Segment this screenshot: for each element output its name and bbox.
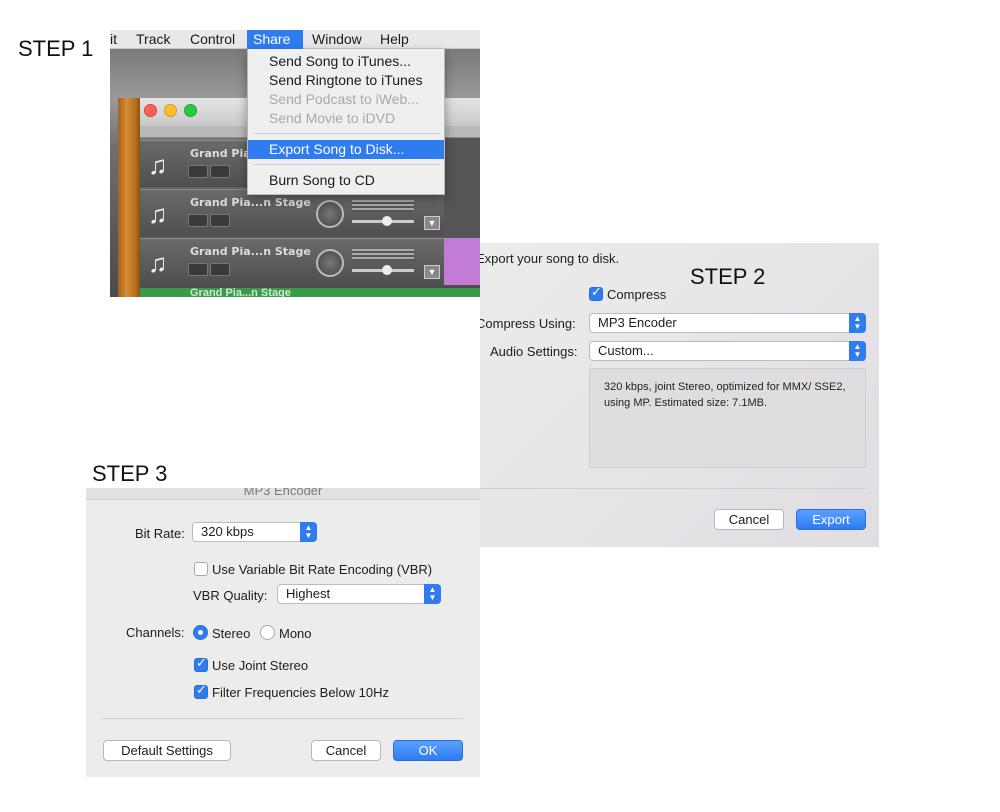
menu-help[interactable]: Help <box>374 30 415 49</box>
compress-using-value: MP3 Encoder <box>598 315 677 330</box>
divider <box>480 488 866 489</box>
close-window-button[interactable] <box>144 104 157 117</box>
minimize-window-button[interactable] <box>164 104 177 117</box>
track-row[interactable]: ♫ Grand Pia...n Stage ▼ <box>140 189 444 236</box>
wood-panel <box>118 98 140 297</box>
audio-settings-value: Custom... <box>598 343 654 358</box>
vbr-label: Use Variable Bit Rate Encoding (VBR) <box>212 562 433 577</box>
vbr-quality-value: Highest <box>286 586 331 601</box>
bit-rate-label: Bit Rate: <box>135 526 185 541</box>
chevron-down-icon[interactable]: ▼ <box>424 216 440 230</box>
chevron-down-icon[interactable]: ▼ <box>424 265 440 279</box>
mute-button[interactable] <box>188 263 208 276</box>
menu-separator <box>254 164 440 165</box>
chevron-updown-icon: ▲ ▼ <box>424 584 441 604</box>
step3-label: STEP 3 <box>92 461 168 486</box>
compress-label: Compress <box>607 287 667 302</box>
vbr-checkbox[interactable] <box>194 562 208 576</box>
volume-slider-thumb[interactable] <box>382 216 392 226</box>
grand-piano-icon: ♫ <box>148 199 168 229</box>
vbr-quality-label: VBR Quality: <box>193 588 268 603</box>
audio-settings-label: Audio Settings: <box>490 344 578 359</box>
headphones-button[interactable] <box>210 214 230 227</box>
stereo-radio[interactable] <box>193 625 208 640</box>
track-buttons <box>188 263 258 277</box>
menu-control[interactable]: Control <box>184 30 241 49</box>
midi-region[interactable] <box>444 238 480 285</box>
track-name: Grand Pia <box>190 147 251 160</box>
pan-knob[interactable] <box>316 249 344 277</box>
track-row-partial[interactable]: Grand Pia...n Stage <box>140 287 480 297</box>
track-row[interactable]: ♫ Grand Pia...n Stage ▼ <box>140 238 444 285</box>
level-meter <box>352 249 414 261</box>
bit-rate-value: 320 kbps <box>201 524 254 539</box>
headphones-button[interactable] <box>210 165 230 178</box>
chevron-updown-icon: ▲ ▼ <box>849 313 866 333</box>
mono-radio[interactable] <box>260 625 275 640</box>
pan-knob[interactable] <box>316 200 344 228</box>
timeline-area <box>444 138 480 238</box>
mute-button[interactable] <box>188 165 208 178</box>
share-menu: Send Song to iTunes... Send Ringtone to … <box>247 49 445 195</box>
level-meter <box>352 200 414 212</box>
menu-track[interactable]: Track <box>130 30 176 49</box>
cancel-button[interactable]: Cancel <box>311 740 381 761</box>
settings-info-box: 320 kbps, joint Stereo, optimized for MM… <box>589 368 866 468</box>
track-name: Grand Pia...n Stage <box>190 287 291 297</box>
divider <box>102 718 463 719</box>
export-button[interactable]: Export <box>796 509 866 530</box>
menu-bar: it Track Control Share Window Help <box>110 30 480 49</box>
menu-item-export-song[interactable]: Export Song to Disk... <box>248 140 444 159</box>
volume-slider-thumb[interactable] <box>382 265 392 275</box>
menu-edit[interactable]: it <box>110 30 123 49</box>
headphones-button[interactable] <box>210 263 230 276</box>
menu-item-send-podcast: Send Podcast to iWeb... <box>269 91 419 107</box>
grand-piano-icon: ♫ <box>148 248 168 278</box>
step1-screenshot: ♫ Grand Pia ♫ Grand Pia...n Stage ▼ ♫ Gr… <box>110 30 480 297</box>
joint-stereo-checkbox[interactable] <box>194 656 208 672</box>
menu-item-burn-song[interactable]: Burn Song to CD <box>248 171 444 190</box>
zoom-window-button[interactable] <box>184 104 197 117</box>
dialog-titlebar: MP3 Encoder <box>86 488 480 500</box>
settings-info-text: 320 kbps, joint Stereo, optimized for MM… <box>604 381 846 409</box>
menu-item-send-ringtone[interactable]: Send Ringtone to iTunes <box>248 71 444 90</box>
audio-settings-select[interactable]: Custom... ▲ ▼ <box>589 341 866 361</box>
menu-share[interactable]: Share <box>247 30 303 49</box>
menu-item-send-song[interactable]: Send Song to iTunes... <box>248 52 444 71</box>
mute-button[interactable] <box>188 214 208 227</box>
joint-stereo-label: Use Joint Stereo <box>212 658 309 673</box>
default-settings-button[interactable]: Default Settings <box>103 740 231 761</box>
compress-using-label: Compress Using: <box>480 316 576 331</box>
ok-button[interactable]: OK <box>393 740 463 761</box>
menu-separator <box>254 133 440 134</box>
channels-label: Channels: <box>126 625 185 640</box>
dialog-title: MP3 Encoder <box>243 488 323 498</box>
track-buttons <box>188 214 258 228</box>
track-name: Grand Pia...n Stage <box>190 196 311 209</box>
menu-window[interactable]: Window <box>306 30 368 49</box>
vbr-quality-select[interactable]: Highest ▲ ▼ <box>277 584 441 604</box>
chevron-updown-icon: ▲ ▼ <box>300 522 317 542</box>
cancel-button[interactable]: Cancel <box>714 509 784 530</box>
mp3-encoder-dialog: MP3 Encoder Bit Rate: 320 kbps ▲ ▼ Use Va… <box>86 488 480 777</box>
compress-using-select[interactable]: MP3 Encoder ▲ ▼ <box>589 313 866 333</box>
step2-label: STEP 2 <box>690 264 766 289</box>
grand-piano-icon: ♫ <box>148 150 168 180</box>
bit-rate-select[interactable]: 320 kbps ▲ ▼ <box>192 522 317 542</box>
filter-frequencies-checkbox[interactable] <box>194 683 208 699</box>
track-name: Grand Pia...n Stage <box>190 245 311 258</box>
step1-label: STEP 1 <box>18 36 94 61</box>
dialog-heading: Export your song to disk. <box>480 251 620 266</box>
stereo-label: Stereo <box>212 626 251 641</box>
filter-frequencies-label: Filter Frequencies Below 10Hz <box>212 685 390 700</box>
compress-checkbox[interactable] <box>589 285 603 301</box>
export-dialog: Export your song to disk. Compress Compr… <box>480 243 879 547</box>
chevron-updown-icon: ▲ ▼ <box>849 341 866 361</box>
menu-item-send-movie: Send Movie to iDVD <box>269 110 396 126</box>
mono-label: Mono <box>279 626 312 641</box>
